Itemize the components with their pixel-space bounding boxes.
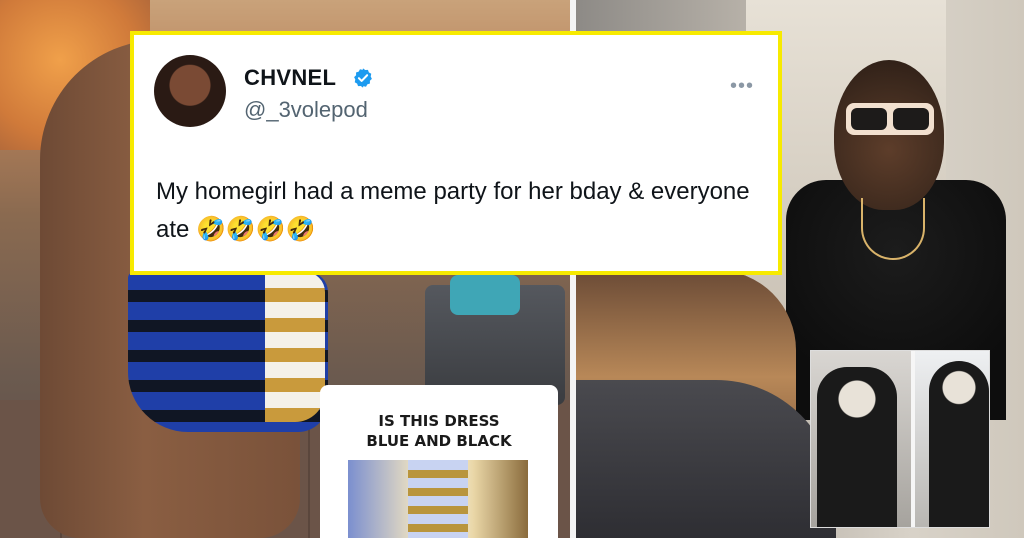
reference-meme-inset <box>810 350 990 528</box>
woman-in-mirror <box>834 60 944 210</box>
meme-caption: IS THIS DRESS BLUE AND BLACK <box>320 411 558 451</box>
background-machine-top <box>450 275 520 315</box>
avatar[interactable] <box>154 55 226 127</box>
white-gold-dress-half <box>265 272 325 422</box>
tweet-card: CHVNEL @_3volepod ••• My homegirl had a … <box>130 31 782 275</box>
verified-badge-icon <box>354 68 372 88</box>
gold-necklace <box>861 198 925 260</box>
tweet-text: My homegirl had a meme party for her bda… <box>156 178 750 243</box>
user-handle[interactable]: @_3volepod <box>244 97 368 123</box>
display-name[interactable]: CHVNEL <box>244 65 336 91</box>
meme-caption-line-1: IS THIS DRESS <box>378 412 500 430</box>
inset-figure-in-fur <box>817 367 897 527</box>
white-sunglasses <box>846 103 934 135</box>
inset-reflection-figure <box>929 361 989 527</box>
meme-caption-line-2: BLUE AND BLACK <box>366 432 512 450</box>
dress-meme-card: IS THIS DRESS BLUE AND BLACK <box>320 385 558 538</box>
more-horizontal-icon[interactable]: ••• <box>730 75 754 98</box>
dress-photo <box>348 460 528 538</box>
